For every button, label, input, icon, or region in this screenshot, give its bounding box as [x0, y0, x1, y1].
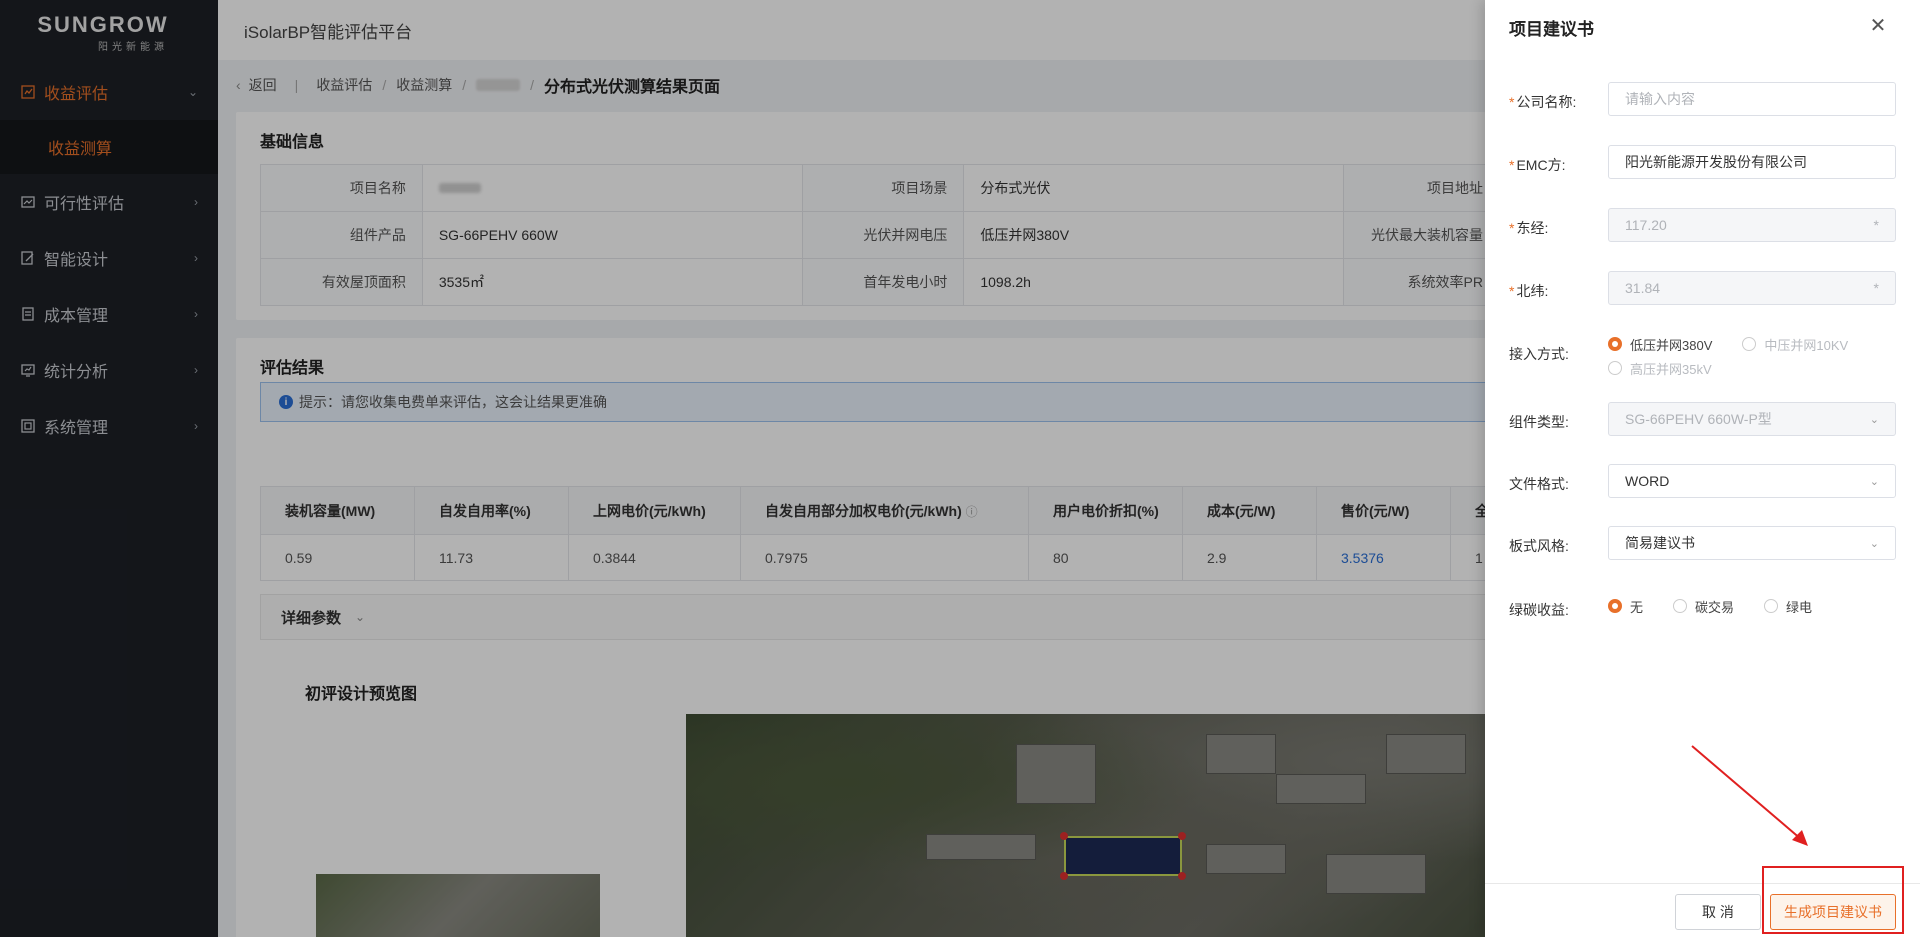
asterisk-icon: *	[1873, 280, 1879, 296]
longitude-label: * 东经:	[1509, 220, 1549, 236]
emc-label: * EMC方:	[1509, 157, 1566, 173]
radio-dot	[1608, 599, 1622, 613]
radio-high-voltage: 高压并网35kV	[1608, 356, 1712, 380]
layout-style-select[interactable]: 简易建议书 ⌄	[1608, 526, 1896, 560]
radio-green-power[interactable]: 绿电	[1764, 594, 1812, 618]
chevron-down-icon: ⌄	[1869, 537, 1879, 550]
form-row-latitude: * 北纬: 31.84 *	[1509, 271, 1899, 305]
chevron-down-icon: ⌄	[1869, 413, 1879, 426]
latitude-label: * 北纬:	[1509, 283, 1549, 299]
radio-dot	[1608, 361, 1622, 375]
form-row-longitude: * 东经: 117.20 *	[1509, 208, 1899, 242]
radio-dot	[1742, 337, 1757, 351]
form-row-style: 板式风格: 简易建议书 ⌄	[1509, 526, 1899, 560]
radio-dot	[1608, 337, 1622, 351]
form-row-company: * 公司名称: 请输入内容	[1509, 82, 1899, 116]
longitude-input: 117.20 *	[1608, 208, 1896, 242]
radio-carbon-trade[interactable]: 碳交易	[1673, 594, 1734, 618]
cancel-button[interactable]: 取 消	[1675, 894, 1761, 930]
form-row-access: 接入方式: 低压并网380V 中压并网10KV 高压并网35kV	[1509, 326, 1899, 380]
form-row-format: 文件格式: WORD ⌄	[1509, 464, 1899, 498]
form-row-module: 组件类型: SG-66PEHV 660W-P型 ⌄	[1509, 402, 1899, 436]
asterisk-icon: *	[1873, 217, 1879, 233]
radio-dot	[1764, 599, 1779, 613]
form-row-emc: * EMC方: 阳光新能源开发股份有限公司	[1509, 145, 1899, 179]
carbon-radio-group: 无 碳交易 绿电	[1608, 594, 1896, 618]
form-row-carbon: 绿碳收益: 无 碳交易 绿电	[1509, 594, 1899, 620]
company-name-input[interactable]: 请输入内容	[1608, 82, 1896, 116]
access-label: 接入方式:	[1509, 346, 1569, 362]
radio-dot	[1673, 599, 1688, 613]
radio-medium-voltage: 中压并网10KV	[1742, 332, 1848, 356]
modal-overlay[interactable]	[0, 0, 1485, 937]
access-radio-group: 低压并网380V 中压并网10KV 高压并网35kV	[1608, 326, 1896, 380]
style-label: 板式风格:	[1509, 538, 1569, 554]
close-icon[interactable]: ✕	[1866, 14, 1890, 38]
chevron-down-icon: ⌄	[1869, 475, 1879, 488]
module-select: SG-66PEHV 660W-P型 ⌄	[1608, 402, 1896, 436]
emc-input[interactable]: 阳光新能源开发股份有限公司	[1608, 145, 1896, 179]
radio-low-voltage[interactable]: 低压并网380V	[1608, 332, 1712, 356]
proposal-drawer: 项目建议书 ✕ * 公司名称: 请输入内容 * EMC方: 阳光新能源开发股份有限公…	[1485, 0, 1920, 937]
carbon-label: 绿碳收益:	[1509, 602, 1569, 618]
file-format-select[interactable]: WORD ⌄	[1608, 464, 1896, 498]
drawer-title: 项目建议书	[1509, 19, 1594, 39]
annotation-highlight-box	[1762, 866, 1904, 934]
company-label: * 公司名称:	[1509, 94, 1577, 110]
module-label: 组件类型:	[1509, 414, 1569, 430]
format-label: 文件格式:	[1509, 476, 1569, 492]
radio-carbon-none[interactable]: 无	[1608, 594, 1643, 618]
latitude-input: 31.84 *	[1608, 271, 1896, 305]
